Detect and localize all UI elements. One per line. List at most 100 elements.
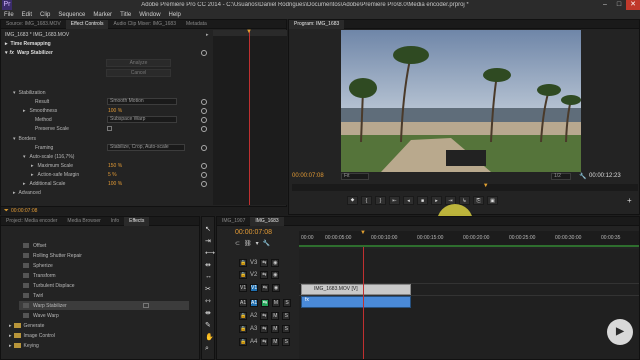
track-header-v2[interactable]: 🔒 V2 ⇆ ◉ [235,269,280,281]
minimize-button[interactable]: – [598,0,612,10]
lock-icon[interactable]: 🔒 [239,271,247,279]
smoothness-row[interactable]: ▸ Smoothness [23,106,57,115]
razor-tool-icon[interactable]: ✂ [205,285,211,293]
eye-icon[interactable]: ◉ [271,271,280,279]
menu-edit[interactable]: Edit [22,12,32,18]
sync-lock-icon[interactable]: ⇆ [260,325,269,333]
pen-tool-icon[interactable]: ✎ [205,321,211,329]
track-header-v3[interactable]: 🔒 V3 ⇆ ◉ [235,257,280,269]
time-remapping-row[interactable]: ▸ Time Remapping [5,39,51,48]
reset-icon[interactable] [201,126,207,132]
linked-selection-icon[interactable]: ⛓ [244,240,252,247]
timeline-timecode[interactable]: 00:00:07:08 [235,229,272,236]
tab-source[interactable]: Source: IMG_1683.MOV [1,20,66,29]
reset-icon[interactable] [201,181,207,187]
add-button[interactable]: + [627,196,632,205]
program-timecode[interactable]: 00:00:07:08 [292,173,324,179]
lock-icon[interactable]: 🔒 [239,312,247,320]
zoom-tool-icon[interactable]: ⌕ [205,345,209,353]
ec-timecode[interactable]: 00:00:07:08 [11,208,37,214]
menu-file[interactable]: File [4,12,14,18]
rolling-edit-tool-icon[interactable]: ⇹ [205,261,211,269]
lock-icon[interactable]: 🔒 [239,259,247,267]
mute-button[interactable]: M [271,312,280,320]
ripple-edit-tool-icon[interactable]: ⟷ [205,249,215,257]
lift-button[interactable]: ↳ [459,196,470,205]
track-area[interactable]: IMG_1683.MOV [V] fx [299,247,639,359]
framing-dropdown[interactable]: Stabilize, Crop, Auto-scale [107,144,185,151]
solo-button[interactable]: S [283,299,291,307]
reset-icon[interactable] [201,50,207,56]
sync-lock-icon[interactable]: ⇆ [260,271,269,279]
advanced-row[interactable]: ▸ Advanced [13,188,41,197]
ec-playhead-handle-icon[interactable]: ▼ [246,29,253,35]
timeline-playhead-icon[interactable]: ▼ [360,230,367,237]
fit-dropdown[interactable]: Fit [341,173,369,180]
tab-info[interactable]: Info [106,217,124,226]
mute-button[interactable]: M [272,299,280,307]
program-video[interactable] [341,30,581,172]
track-header-v1[interactable]: V1 V1 ⇆ ◉ [235,282,280,294]
sync-lock-icon[interactable]: ⇆ [261,284,269,292]
reset-icon[interactable] [201,145,207,151]
timeline-playhead-line[interactable] [363,247,364,359]
program-playhead-icon[interactable]: ▼ [483,183,489,190]
track-target-a1[interactable]: A1 [250,299,258,307]
track-header-a2[interactable]: 🔒 A2 ⇆ M S [235,310,291,322]
track-header-a3[interactable]: 🔒 A3 ⇆ M S [235,323,291,335]
menu-help[interactable]: Help [169,12,181,18]
maxscale-row[interactable]: ▸ Maximum Scale [31,161,73,170]
timeline-ruler[interactable]: 00:00 00:00:05:00 00:00:10:00 00:00:15:0… [299,230,639,247]
audio-clip[interactable]: fx [301,296,411,308]
lock-icon[interactable]: 🔒 [239,338,247,346]
tab-project[interactable]: Project: Media encoder [1,217,62,226]
reset-icon[interactable] [201,172,207,178]
effect-item[interactable]: Spherize [23,261,53,270]
export-frame-button[interactable]: ▣ [487,196,498,205]
add-marker-icon[interactable]: ▾ [256,240,259,247]
folder-item[interactable]: ▸ Image Control [9,331,55,340]
program-scrubber[interactable]: ▼ [292,183,638,191]
track-header-a1[interactable]: A1 A1 ⇆ M S [235,297,291,309]
result-dropdown[interactable]: Smooth Motion [107,98,177,105]
smoothness-value[interactable]: 100 % [108,106,122,115]
tab-sequence-img1907[interactable]: IMG_1907 [217,217,250,226]
borders-row[interactable]: ▾ Borders [13,134,36,143]
actionsafe-value[interactable]: 5 % [108,170,117,179]
tab-audio-clip-mixer[interactable]: Audio Clip Mixer: IMG_1683 [108,20,181,29]
reset-icon[interactable] [201,108,207,114]
source-patch-v1[interactable]: V1 [239,284,247,292]
tab-sequence-img1683[interactable]: IMG_1683 [250,216,284,226]
track-target-v1[interactable]: V1 [250,284,258,292]
ec-filter-icon[interactable]: ⏷ [4,208,9,215]
extract-button[interactable]: ⎘ [473,196,484,205]
track-header-a4[interactable]: 🔒 A4 ⇆ M S [235,336,291,348]
resolution-dropdown[interactable]: 1/2 [551,173,571,180]
settings-icon[interactable]: 🔧 [579,173,586,180]
addscale-value[interactable]: 100 % [108,179,122,188]
source-patch-a1[interactable]: A1 [239,299,247,307]
tab-media-browser[interactable]: Media Browser [62,217,105,226]
step-forward-button[interactable]: ▸ [431,196,442,205]
maxscale-value[interactable]: 150 % [108,161,122,170]
menu-title[interactable]: Title [120,12,131,18]
actionsafe-row[interactable]: ▸ Action-safe Margin [31,170,79,179]
effect-item[interactable]: Rolling Shutter Repair [23,251,82,260]
rate-stretch-tool-icon[interactable]: ↔ [205,273,212,280]
lock-icon[interactable]: 🔒 [239,325,247,333]
solo-button[interactable]: S [282,325,291,333]
reset-icon[interactable] [201,117,207,123]
sync-lock-icon[interactable]: ⇆ [261,299,269,307]
close-button[interactable]: ✕ [626,0,640,10]
tab-metadata[interactable]: Metadata [181,20,212,29]
method-dropdown[interactable]: Subspace Warp [107,116,177,123]
effect-item[interactable]: Transform [23,271,56,280]
effect-item[interactable]: Wave Warp [23,311,59,320]
folder-item[interactable]: ▸ Keying [9,341,39,350]
solo-button[interactable]: S [282,338,291,346]
step-back-button[interactable]: ◂ [403,196,414,205]
folder-item[interactable]: ▸ Generate [9,321,44,330]
mark-out-button[interactable]: } [375,196,386,205]
autoscale-row[interactable]: ▾ Auto-scale (116,7%) [23,152,74,161]
warp-stabilizer-row[interactable]: ▾ fx Warp Stabilizer [5,48,53,57]
